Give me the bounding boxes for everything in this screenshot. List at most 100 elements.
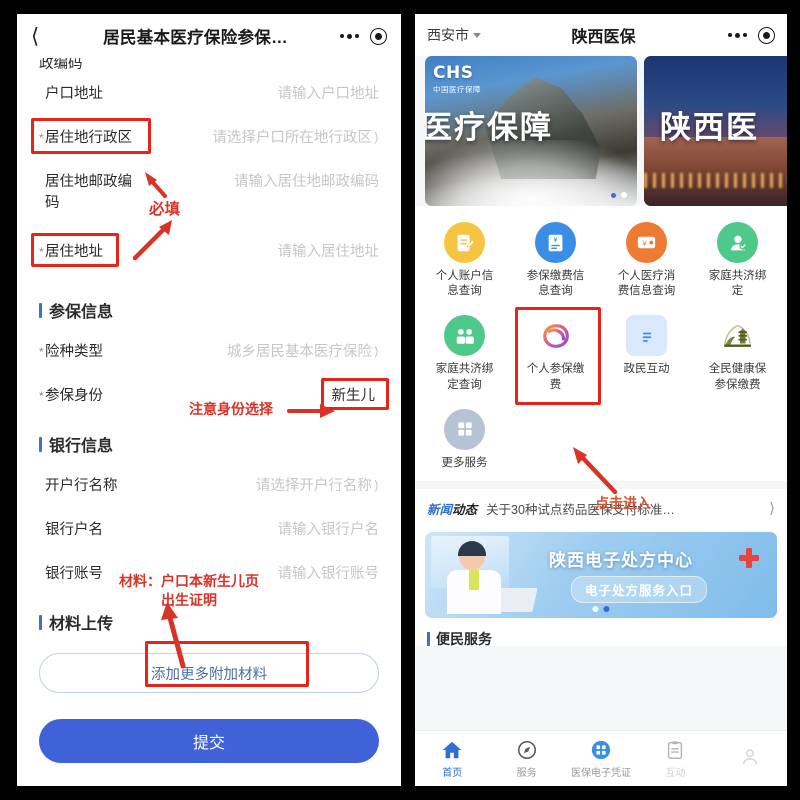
field-value[interactable]: 请输入银行账号 [278, 564, 380, 585]
chs-logo-mark: CHS [433, 63, 474, 83]
field-value[interactable]: 请输入银行户名 [278, 520, 380, 541]
section-header-insurance: 参保信息 [39, 285, 379, 331]
doctor-tie-graphic [469, 569, 479, 590]
grid-item-more-services[interactable]: 更多服务 [419, 403, 510, 475]
section-accent-bar [39, 302, 42, 318]
qr-code-icon [591, 740, 611, 759]
tab-services[interactable]: 服务 [489, 739, 563, 779]
back-chevron-icon[interactable]: ⟨ [31, 26, 57, 47]
banner-carousel[interactable]: CHS 中国医疗保障 医疗保障 陕西医 [415, 56, 787, 206]
compass-icon [517, 740, 536, 759]
promo-dot[interactable] [592, 605, 599, 612]
field-row-residence-district[interactable]: 居住地行政区 请选择户口所在地行政区 ⟩ [31, 117, 379, 161]
person-icon [742, 749, 757, 765]
promo-banner-eprescription[interactable]: 陕西电子处方中心 电子处方服务入口 [425, 531, 777, 618]
field-value[interactable]: 请输入户口地址 [278, 84, 380, 105]
grid-item-government-interaction[interactable]: 政民互动 [601, 309, 692, 396]
person-check-icon [717, 222, 758, 263]
more-dots-icon[interactable] [728, 32, 747, 38]
field-label: 户口地址 [45, 86, 103, 102]
home-icon [443, 741, 462, 758]
field-row-household-address[interactable]: 户口地址 请输入户口地址 [39, 73, 379, 117]
tab-medical-ecert[interactable]: 医保电子凭证 [564, 739, 638, 779]
field-value[interactable]: 请输入居住地邮政编码 [234, 172, 379, 193]
more-dots-icon[interactable] [340, 33, 359, 39]
add-more-material-button[interactable]: 添加更多附加材料 [39, 653, 379, 694]
grid-item-payment-query[interactable]: ¥ 参保缴费信 息查询 [510, 216, 601, 303]
grid-item-label: 个人账户信 息查询 [435, 270, 494, 298]
grid-item-medical-consumption[interactable]: ¥ 个人医疗消 费信息查询 [601, 216, 692, 303]
promo-dot-active[interactable] [603, 605, 610, 612]
grid-squares-icon [444, 408, 485, 450]
grid-item-national-health-insurance[interactable]: 全民健康保 参保缴费 [692, 309, 783, 396]
caret-down-icon [473, 32, 481, 38]
tab-label: 互动 [665, 767, 686, 779]
target-circle-icon[interactable] [758, 26, 775, 44]
field-value[interactable]: 请输入居住地址 [278, 242, 380, 263]
field-label: 居住地邮政编 码 [45, 174, 132, 212]
field-row-insured-identity[interactable]: 参保身份 新生儿 [39, 375, 389, 419]
field-selected-value: 新生儿 [331, 388, 376, 405]
field-label: 银行账号 [45, 566, 103, 583]
tab-profile[interactable] [713, 746, 787, 771]
banner-headline: 陕西医 [660, 110, 759, 145]
field-row-bank-account-number[interactable]: 银行账号 请输入银行账号 [39, 553, 379, 597]
chevron-right-icon[interactable]: ⟩ [769, 499, 775, 517]
submit-wrap: 提交 [17, 693, 401, 764]
grid-item-family-binding[interactable]: 家庭共济绑 定 [692, 216, 783, 303]
add-material-wrap: 添加更多附加材料 [17, 641, 401, 694]
tab-home[interactable]: 首页 [415, 739, 489, 779]
section-header-bank: 银行信息 [39, 419, 379, 465]
tab-label: 服务 [516, 767, 537, 779]
field-placeholder: 请选择开户行名称 [255, 478, 372, 495]
target-circle-icon[interactable] [370, 27, 387, 45]
mini-program-capsule [728, 26, 775, 44]
tab-interaction[interactable]: 互动 [638, 739, 712, 779]
field-selected-value: 城乡居民基本医疗保险 [226, 344, 372, 361]
grid-item-personal-insurance-payment[interactable]: 个人参保缴 费 [510, 309, 601, 396]
submit-button[interactable]: 提交 [39, 719, 379, 764]
carousel-dot[interactable] [621, 192, 627, 198]
news-bar[interactable]: 新闻动态 关于30种试点药品医保支付标准… ⟩ [415, 488, 787, 528]
screenshot-root: ⟨ 居民基本医疗保险参保… 政编码 户口地址 请输入户口地址 居住地行政区 [0, 0, 800, 800]
field-label: 开户行名称 [45, 478, 118, 495]
field-label: 参保身份 [39, 386, 103, 407]
field-value[interactable]: 新生儿 [332, 386, 380, 407]
field-value[interactable]: 请选择开户行名称 ⟩ [256, 476, 379, 497]
field-row-bank-account-name[interactable]: 银行户名 请输入银行户名 [39, 509, 379, 553]
pagoda-icon [717, 315, 758, 356]
grid-item-family-binding-query[interactable]: 家庭共济绑 定查询 [419, 309, 510, 396]
city-selector[interactable]: 西安市 [427, 25, 481, 45]
field-row-insurance-type[interactable]: 险种类型 城乡居民基本医疗保险 ⟩ [39, 331, 379, 375]
banner-headline: 医疗保障 [425, 110, 553, 145]
banner-slide-secondary[interactable]: 陕西医 [644, 56, 787, 206]
promo-carousel-indicator[interactable] [592, 605, 610, 612]
grid-item-label: 家庭共济绑 定查询 [435, 363, 494, 391]
medical-cross-icon [739, 547, 759, 568]
city-label: 西安市 [427, 27, 469, 43]
field-placeholder: 请输入户口地址 [277, 86, 380, 102]
section-title: 材料上传 [49, 616, 114, 634]
banner-slide-primary[interactable]: CHS 中国医疗保障 医疗保障 [425, 56, 637, 206]
wallet-card-icon: ¥ [626, 222, 667, 263]
field-placeholder: 请输入银行户名 [277, 522, 380, 539]
cityscape-graphic [644, 137, 787, 206]
carousel-dot-active[interactable] [611, 192, 616, 198]
carousel-indicator[interactable] [611, 192, 627, 198]
news-headline: 关于30种试点药品医保支付标准… [486, 502, 675, 517]
field-value[interactable]: 请选择户口所在地行政区 ⟩ [212, 128, 379, 149]
payment-doc-icon: ¥ [535, 222, 576, 263]
grid-item-label: 个人医疗消 费信息查询 [617, 270, 676, 298]
chevron-right-icon: ⟩ [373, 130, 379, 146]
field-row-residence-address[interactable]: 居住地址 请输入居住地址 [31, 231, 380, 275]
grid-item-account-query[interactable]: 个人账户信 息查询 [419, 216, 510, 303]
field-placeholder: 请输入银行账号 [277, 566, 380, 583]
field-row-bank-name[interactable]: 开户行名称 请选择开户行名称 ⟩ [39, 465, 379, 509]
section-header-upload: 材料上传 [39, 597, 379, 643]
form-area: 户口地址 请输入户口地址 居住地行政区 请选择户口所在地行政区 ⟩ 居住地邮政编… [17, 73, 401, 643]
field-row-residence-postcode[interactable]: 居住地邮政编 码 请输入居住地邮政编码 [39, 161, 379, 225]
field-value[interactable]: 城乡居民基本医疗保险 ⟩ [227, 342, 379, 363]
promo-entry-button[interactable]: 电子处方服务入口 [571, 575, 708, 603]
service-grid-wrap: 个人账户信 息查询 ¥ 参保缴费信 息查询 ¥ 个人医疗消 费信息查询 家庭共济… [415, 206, 787, 481]
add-more-material-label: 添加更多附加材料 [151, 666, 267, 683]
